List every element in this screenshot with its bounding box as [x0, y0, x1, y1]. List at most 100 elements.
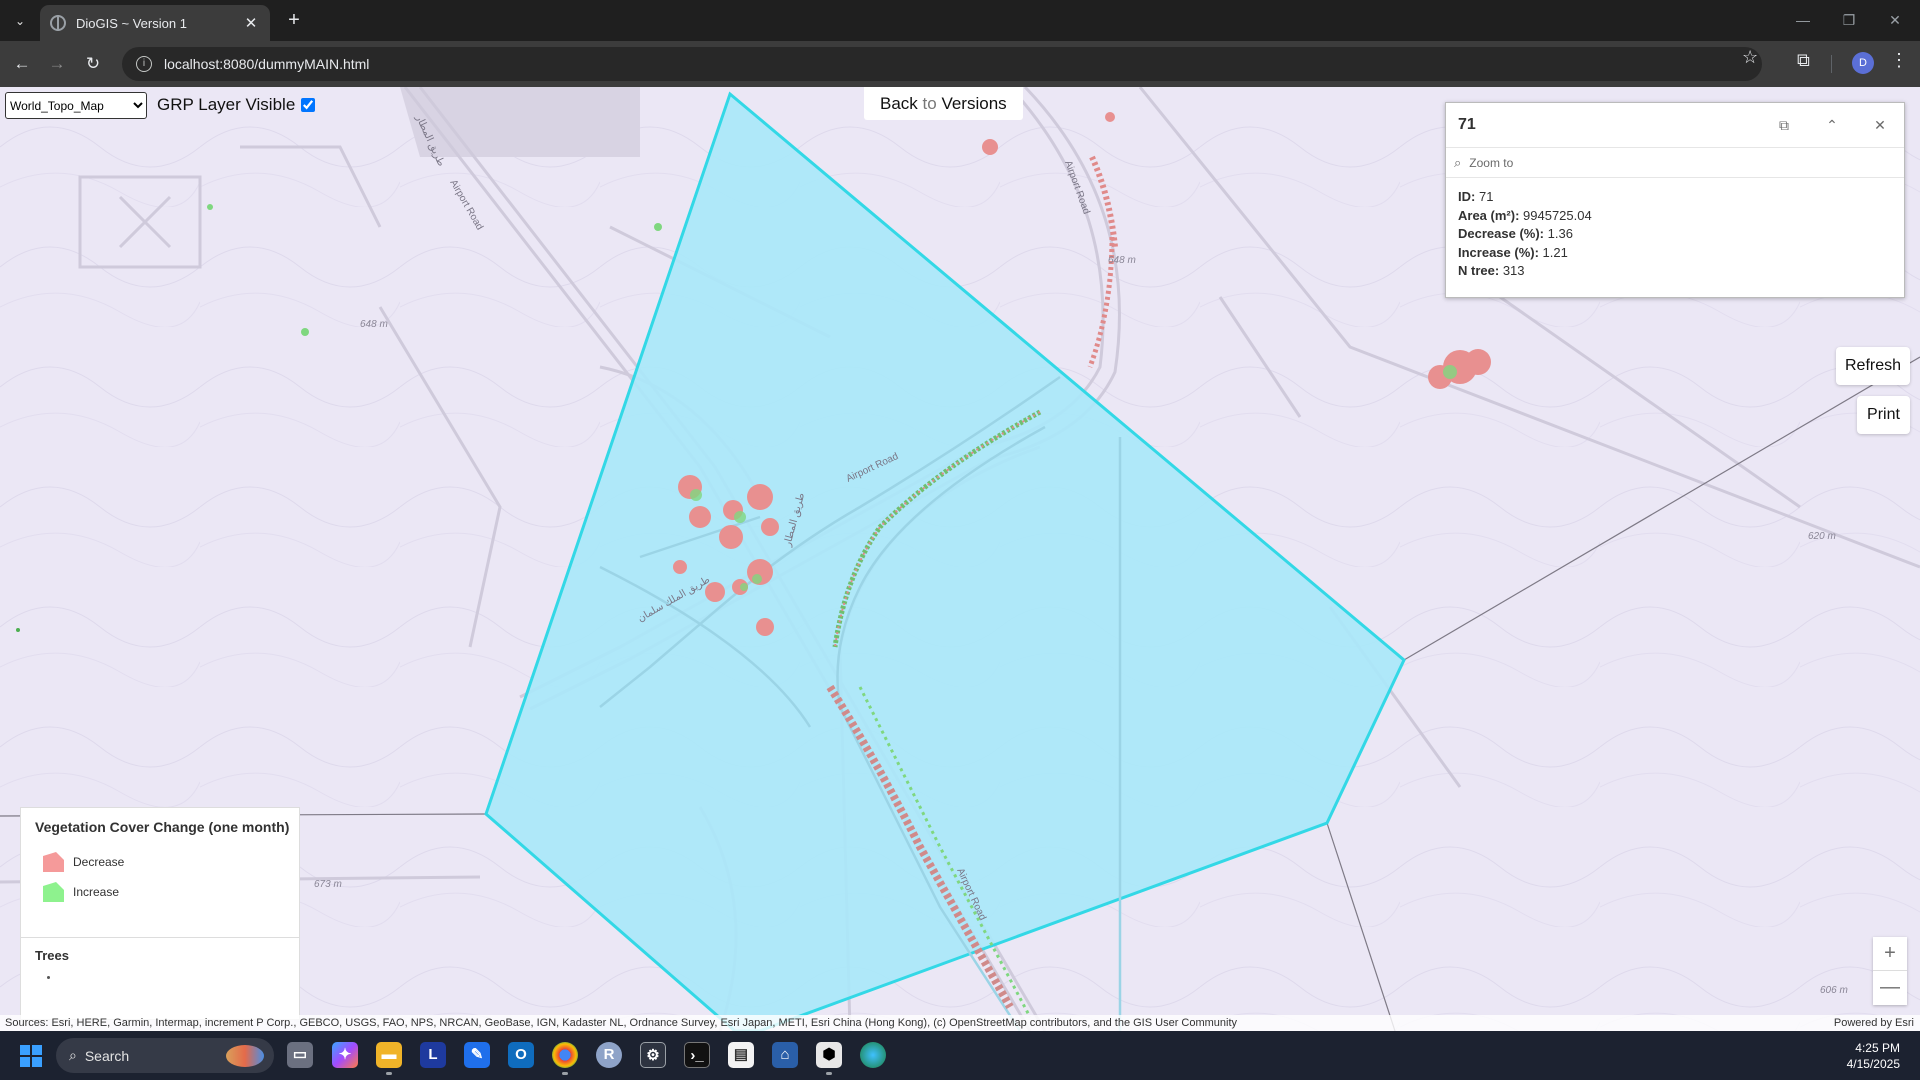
close-icon[interactable]: ✕ [1856, 117, 1904, 134]
legend-label: Decrease [73, 855, 125, 869]
field-value: 1.21 [1542, 244, 1568, 260]
browser-tab[interactable]: DioGIS ~ Version 1 ✕ [40, 5, 270, 41]
zoom-out-button[interactable]: — [1873, 971, 1907, 1005]
restore-button[interactable]: ❐ [1826, 6, 1872, 34]
clock-date: 4/15/2025 [1846, 1057, 1900, 1071]
l-app-icon[interactable]: L [420, 1042, 446, 1068]
basemap-select[interactable]: World_Topo_Map [5, 92, 147, 119]
task-view-icon[interactable]: ▭ [287, 1042, 313, 1068]
gis-tool-icon[interactable]: ⚙ [640, 1042, 666, 1068]
zoom-to-action[interactable]: ⌕ Zoom to [1446, 148, 1904, 178]
popup-field-increase: Increase (%): 1.21 [1458, 244, 1904, 263]
file-explorer-icon[interactable]: ▬ [376, 1042, 402, 1068]
elevation-label: 620 m [1808, 531, 1836, 542]
field-value: 71 [1478, 189, 1494, 204]
popup-title: 71 [1458, 116, 1476, 133]
field-label: Increase (%): [1458, 244, 1539, 260]
running-indicator [562, 1072, 568, 1075]
dock-icon[interactable]: ⧉ [1760, 117, 1808, 134]
grp-layer-checkbox[interactable] [301, 98, 316, 112]
legend-divider [21, 937, 299, 938]
decrease-swatch [43, 852, 64, 872]
legend-item-decrease: Decrease [43, 852, 124, 872]
toolbar-divider [1831, 55, 1832, 73]
increase-swatch [43, 882, 64, 902]
new-tab-button[interactable]: + [282, 9, 306, 33]
field-label: Decrease (%): [1458, 226, 1544, 241]
taskbar-search[interactable]: ⌕ Search [56, 1038, 274, 1073]
back-arrow-icon[interactable]: ← [8, 50, 36, 78]
minimize-button[interactable]: — [1780, 6, 1826, 34]
back-label-word: Back [880, 94, 918, 113]
bookmark-star-icon[interactable]: ☆ [1742, 47, 1758, 68]
close-window-button[interactable]: ✕ [1872, 6, 1918, 34]
reload-icon[interactable]: ↻ [79, 50, 107, 78]
elevation-label: 606 m [1820, 985, 1848, 996]
globe-app-icon[interactable] [860, 1042, 886, 1068]
back-to-versions-button[interactable]: Back to Versions [864, 87, 1023, 120]
menu-kebab-icon[interactable]: ⋮ [1890, 50, 1908, 71]
network-tool-icon[interactable]: ⌂ [772, 1042, 798, 1068]
field-label: ID: [1458, 189, 1476, 204]
site-info-icon[interactable]: i [136, 56, 152, 72]
r-app-icon[interactable]: R [596, 1042, 622, 1068]
windows-start-icon[interactable] [20, 1045, 42, 1067]
profile-avatar[interactable]: D [1852, 52, 1874, 74]
zoom-in-magnifier-icon: ⌕ [1454, 154, 1462, 170]
field-value: 1.36 [1547, 226, 1573, 241]
popup-field-ntree: N tree: 313 [1458, 262, 1904, 281]
chrome-icon[interactable] [552, 1042, 578, 1068]
url-text: localhost:8080/dummyMAIN.html [164, 56, 370, 72]
refresh-button[interactable]: Refresh [1836, 347, 1910, 385]
legend-item-increase: Increase [43, 882, 119, 902]
terminal-icon[interactable]: ›_ [684, 1042, 710, 1068]
taskbar-search-label: Search [84, 1047, 130, 1064]
zoom-control: + — [1873, 937, 1907, 1005]
zoom-to-label: Zoom to [1469, 155, 1514, 170]
running-indicator [826, 1072, 832, 1075]
map-view[interactable]: 648 m 648 m 620 m 673 m 606 m Airport Ro… [0, 87, 1920, 1031]
popup-field-id: ID: 71 [1458, 188, 1904, 207]
outlook-icon[interactable]: O [508, 1042, 534, 1068]
collapse-icon[interactable]: ⌃ [1808, 117, 1856, 134]
legend-label: Increase [73, 885, 120, 899]
elevation-label: 648 m [360, 319, 388, 330]
pen-app-icon[interactable]: ✎ [464, 1042, 490, 1068]
elevation-label: 673 m [314, 879, 342, 890]
cursor-app-icon[interactable]: ⬢ [816, 1042, 842, 1068]
map-attribution: Sources: Esri, HERE, Garmin, Intermap, i… [0, 1015, 1920, 1031]
print-button[interactable]: Print [1857, 396, 1910, 434]
powered-by-esri[interactable]: Powered by Esri [1834, 1015, 1914, 1031]
grp-layer-label: GRP Layer Visible [157, 95, 296, 114]
globe-icon [50, 15, 66, 31]
grp-layer-toggle[interactable]: GRP Layer Visible [157, 95, 316, 115]
tree-symbol-icon [47, 976, 50, 979]
address-bar[interactable]: i localhost:8080/dummyMAIN.html [122, 47, 1762, 81]
legend-panel: Vegetation Cover Change (one month) Decr… [20, 807, 300, 1020]
copilot-icon[interactable]: ✦ [332, 1042, 358, 1068]
legend-trees-title: Trees [35, 948, 69, 963]
popup-field-decrease: Decrease (%): 1.36 [1458, 225, 1904, 244]
attribution-text: Sources: Esri, HERE, Garmin, Intermap, i… [5, 1017, 1238, 1029]
search-highlight-image [226, 1045, 264, 1067]
notepad-icon[interactable]: ▤ [728, 1042, 754, 1068]
popup-field-area: Area (m²): 9945725.04 [1458, 207, 1904, 226]
system-clock[interactable]: 4:25 PM 4/15/2025 [1847, 1040, 1900, 1072]
windows-taskbar: ⌕ Search ▭ ✦ ▬ L ✎ O R ⚙ ›_ ▤ ⌂ ⬢ 4:25 P… [0, 1031, 1920, 1080]
field-label: Area (m²): [1458, 207, 1520, 223]
extensions-icon[interactable]: ⧉ [1797, 50, 1810, 71]
browser-toolbar: ← → ↻ i localhost:8080/dummyMAIN.html ☆ … [0, 41, 1920, 87]
close-tab-icon[interactable]: ✕ [242, 14, 260, 32]
feature-popup: 71 ⧉ ⌃ ✕ ⌕ Zoom to ID: 71 Area (m²): 994… [1445, 102, 1905, 298]
browser-tab-strip: ⌄ DioGIS ~ Version 1 ✕ + — ❐ ✕ [0, 0, 1920, 41]
legend-title: Vegetation Cover Change (one month) [35, 819, 290, 835]
tab-search-icon[interactable]: ⌄ [8, 9, 32, 33]
back-label-word: to [922, 94, 937, 113]
field-value: 313 [1502, 263, 1525, 278]
forward-arrow-icon[interactable]: → [43, 50, 71, 78]
zoom-in-button[interactable]: + [1873, 937, 1907, 971]
tab-title: DioGIS ~ Version 1 [76, 15, 187, 31]
field-label: N tree: [1458, 263, 1500, 278]
running-indicator [386, 1072, 392, 1075]
search-icon: ⌕ [69, 1047, 77, 1063]
